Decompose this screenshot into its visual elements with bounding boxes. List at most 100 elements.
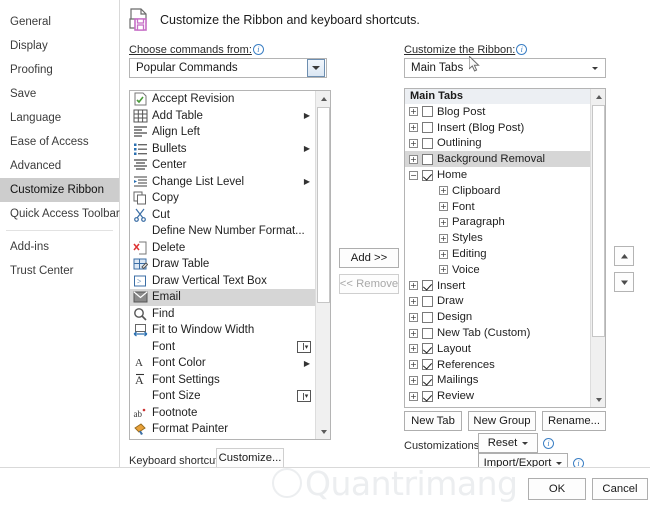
command-list-item[interactable]: Change List Level ▶ [130, 174, 315, 191]
sidebar-item-proofing[interactable]: Proofing [0, 58, 119, 82]
customize-keyboard-button[interactable]: Customize... [216, 448, 284, 468]
expand-icon[interactable]: + [409, 296, 418, 306]
chevron-down-icon[interactable] [307, 59, 325, 77]
collapse-icon[interactable]: − [409, 170, 418, 180]
sidebar-item-save[interactable]: Save [0, 82, 119, 106]
command-list-item[interactable]: Add Table ▶ [130, 108, 315, 125]
ribbon-tree-item[interactable]: + Review [405, 388, 590, 404]
checkbox[interactable] [422, 327, 433, 339]
scroll-up-button[interactable] [591, 89, 605, 104]
command-list-item[interactable]: A Font Settings [130, 372, 315, 389]
ribbon-tree-item[interactable]: + Insert [405, 278, 590, 294]
scrollbar-thumb[interactable] [317, 107, 330, 303]
ribbon-tree-item[interactable]: + Insert (Blog Post) [405, 120, 590, 136]
commands-scrollbar[interactable] [315, 91, 330, 439]
expand-icon[interactable]: + [409, 328, 418, 338]
sidebar-item-customize-ribbon[interactable]: Customize Ribbon [0, 178, 119, 202]
ribbon-tree-item[interactable]: +View [405, 404, 590, 407]
command-list-item[interactable]: Align Left [130, 124, 315, 141]
checkbox[interactable] [422, 343, 433, 355]
expand-icon[interactable]: + [439, 233, 448, 243]
ribbon-tree-item[interactable]: + Mailings [405, 373, 590, 389]
ribbon-tree-item[interactable]: + Paragraph [405, 215, 590, 231]
expand-icon[interactable]: + [409, 344, 418, 354]
scroll-down-button[interactable] [591, 392, 605, 407]
command-list-item[interactable]: Find [130, 306, 315, 323]
commands-listbox[interactable]: Accept Revision Add Table ▶ Align Left Bulle… [129, 90, 331, 440]
command-list-item[interactable]: Font ▾ [130, 339, 315, 356]
checkbox[interactable] [422, 295, 433, 307]
ribbon-tree-item[interactable]: + Design [405, 309, 590, 325]
customize-ribbon-dropdown[interactable]: Main Tabs [404, 58, 606, 78]
expand-icon[interactable]: + [409, 281, 418, 291]
ribbon-tree-item[interactable]: + Clipboard [405, 183, 590, 199]
checkbox[interactable] [422, 122, 433, 134]
sidebar-item-language[interactable]: Language [0, 106, 119, 130]
checkbox[interactable] [422, 280, 433, 292]
checkbox[interactable] [422, 374, 433, 386]
command-list-item[interactable]: Copy [130, 190, 315, 207]
rename-button[interactable]: Rename... [542, 411, 606, 431]
expand-icon[interactable]: + [439, 265, 448, 275]
ribbon-tree-item[interactable]: + New Tab (Custom) [405, 325, 590, 341]
move-down-button[interactable] [614, 272, 634, 292]
sidebar-item-advanced[interactable]: Advanced [0, 154, 119, 178]
command-list-item[interactable]: Email [130, 289, 315, 306]
ribbon-tree-item[interactable]: + Blog Post [405, 104, 590, 120]
ribbon-tree-item[interactable]: + Voice [405, 262, 590, 278]
command-list-item[interactable]: Draw Table [130, 256, 315, 273]
expand-icon[interactable]: + [409, 138, 418, 148]
ribbon-tree-item[interactable]: + Editing [405, 246, 590, 262]
scroll-up-button[interactable] [316, 91, 330, 106]
ok-button[interactable]: OK [528, 478, 586, 500]
info-icon[interactable]: i [252, 44, 264, 55]
expand-icon[interactable]: + [409, 154, 418, 164]
ribbon-tree-item[interactable]: + Styles [405, 230, 590, 246]
checkbox[interactable] [422, 169, 433, 181]
expand-icon[interactable]: + [409, 123, 418, 133]
command-list-item[interactable]: Format Painter [130, 421, 315, 438]
expand-icon[interactable]: + [439, 202, 448, 212]
choose-commands-dropdown[interactable]: Popular Commands [129, 58, 327, 78]
command-list-item[interactable]: Cut [130, 207, 315, 224]
move-up-button[interactable] [614, 246, 634, 266]
command-list-item[interactable]: Font Size ▾ [130, 388, 315, 405]
command-list-item[interactable]: ab Footnote [130, 405, 315, 422]
ribbon-tree-item[interactable]: + Outlining [405, 136, 590, 152]
ribbon-tree-item[interactable]: + Font [405, 199, 590, 215]
checkbox[interactable] [422, 359, 433, 371]
add-button[interactable]: Add >> [339, 248, 399, 268]
scrollbar-thumb[interactable] [592, 105, 605, 337]
command-list-item[interactable]: AGrow Font [130, 438, 315, 440]
command-list-item[interactable]: Fit to Window Width [130, 322, 315, 339]
command-list-item[interactable]: Bullets ▶ [130, 141, 315, 158]
chevron-down-icon[interactable] [586, 59, 604, 77]
command-list-item[interactable]: Define New Number Format... [130, 223, 315, 240]
tree-scrollbar[interactable] [590, 89, 605, 407]
command-list-item[interactable]: > Draw Vertical Text Box [130, 273, 315, 290]
ribbon-tree-item[interactable]: + Draw [405, 294, 590, 310]
expand-icon[interactable]: + [439, 217, 448, 227]
ribbon-tree-item[interactable]: + Layout [405, 341, 590, 357]
checkbox[interactable] [422, 153, 433, 165]
sidebar-item-display[interactable]: Display [0, 34, 119, 58]
reset-button[interactable]: Reset [478, 433, 538, 453]
ribbon-tree-listbox[interactable]: Main Tabs + Blog Post + Insert (Blog Post) +… [404, 88, 606, 408]
ribbon-tree-item[interactable]: + Background Removal [405, 151, 590, 168]
new-tab-button[interactable]: New Tab [404, 411, 462, 431]
expand-icon[interactable]: + [439, 186, 448, 196]
expand-icon[interactable]: + [409, 107, 418, 117]
checkbox[interactable] [422, 137, 433, 149]
info-icon[interactable]: i [543, 438, 554, 449]
checkbox[interactable] [422, 311, 433, 323]
command-list-item[interactable]: Delete [130, 240, 315, 257]
sidebar-item-trust-center[interactable]: Trust Center [0, 259, 119, 283]
cancel-button[interactable]: Cancel [592, 478, 648, 500]
checkbox[interactable] [422, 390, 433, 402]
expand-icon[interactable]: + [409, 312, 418, 322]
expand-icon[interactable]: + [409, 391, 418, 401]
command-list-item[interactable]: Center [130, 157, 315, 174]
expand-icon[interactable]: + [409, 375, 418, 385]
expand-icon[interactable]: + [409, 360, 418, 370]
checkbox[interactable] [422, 106, 433, 118]
